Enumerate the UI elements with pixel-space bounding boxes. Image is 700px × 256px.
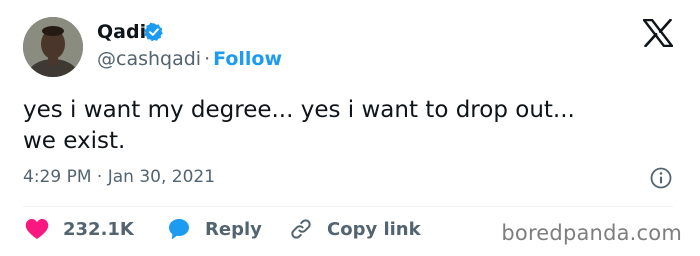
author-handle[interactable]: @cashqadi <box>97 48 201 70</box>
reply-button[interactable]: Reply <box>167 214 262 244</box>
tweet-text: yes i want my degree... yes i want to dr… <box>23 95 673 157</box>
watermark: boredpanda.com <box>501 221 682 245</box>
like-button[interactable]: 232.1K <box>25 214 134 244</box>
follow-button[interactable]: Follow <box>213 48 282 70</box>
handle-row: @cashqadi · Follow <box>97 47 282 71</box>
tweet-text-line: we exist. <box>23 128 126 154</box>
info-icon[interactable] <box>649 166 673 190</box>
divider <box>23 206 673 207</box>
avatar[interactable] <box>23 17 83 77</box>
separator-dot: · <box>204 48 211 70</box>
reply-label: Reply <box>205 218 262 240</box>
like-count: 232.1K <box>63 218 134 240</box>
author-name[interactable]: Qadi <box>97 20 146 44</box>
tweet-text-line: yes i want my degree... yes i want to dr… <box>23 97 575 123</box>
link-icon <box>291 219 311 239</box>
verified-badge-icon <box>144 22 163 42</box>
reply-bubble-icon <box>169 219 189 240</box>
profile-photo <box>23 17 83 77</box>
heart-icon <box>25 219 49 239</box>
copy-link-button[interactable]: Copy link <box>289 214 421 244</box>
x-logo-icon[interactable] <box>643 19 673 47</box>
tweet-timestamp[interactable]: 4:29 PM · Jan 30, 2021 <box>23 166 215 188</box>
copy-link-label: Copy link <box>327 218 421 240</box>
